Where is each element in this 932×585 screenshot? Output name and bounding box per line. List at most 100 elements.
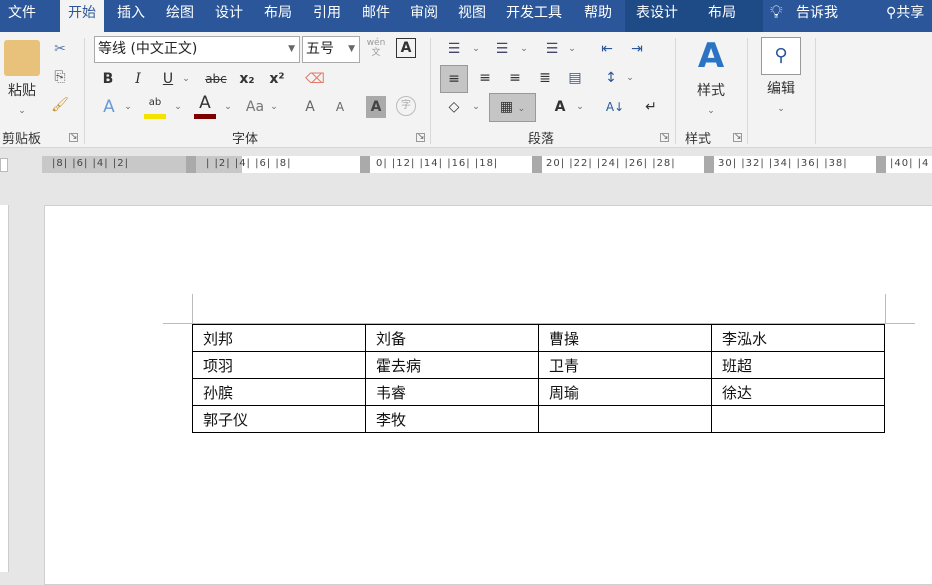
chevron-down-icon[interactable]: ⌄ xyxy=(705,100,717,122)
phonetic-guide-icon[interactable]: wén 文 xyxy=(364,38,388,58)
text-effects-button[interactable]: A xyxy=(98,96,120,118)
justify-button[interactable]: ≣ xyxy=(534,67,556,89)
chevron-down-icon[interactable]: ⌄ xyxy=(222,96,234,118)
sort-icon[interactable]: A↓ xyxy=(604,96,626,118)
table-cell[interactable]: 曹操 xyxy=(538,324,712,352)
underline-button[interactable]: U xyxy=(158,68,178,90)
align-left-button[interactable]: ≡ xyxy=(440,65,468,93)
column-marker[interactable] xyxy=(876,156,886,173)
tab-help[interactable]: 帮助 xyxy=(576,0,620,32)
chevron-down-icon[interactable]: ⌄ xyxy=(775,98,787,120)
find-icon[interactable]: ⚲ xyxy=(761,37,801,75)
tab-insert[interactable]: 插入 xyxy=(109,0,153,32)
multilevel-list-icon[interactable]: ☰ xyxy=(540,38,564,60)
clipboard-launcher-icon[interactable]: ↘ xyxy=(69,133,78,142)
line-spacing-icon[interactable]: ↕ xyxy=(600,67,622,89)
tab-mailings[interactable]: 邮件 xyxy=(354,0,398,32)
chevron-down-icon[interactable]: ⌄ xyxy=(566,38,578,60)
tab-file[interactable]: 文件 xyxy=(0,0,44,32)
shading-icon[interactable]: ◇ xyxy=(442,96,466,118)
column-marker[interactable] xyxy=(532,156,542,173)
paragraph-launcher-icon[interactable]: ↘ xyxy=(660,133,669,142)
superscript-button[interactable]: x² xyxy=(266,68,288,90)
lightbulb-icon[interactable]: 💡︎ xyxy=(762,0,791,32)
paste-button[interactable]: 粘贴 xyxy=(2,80,42,102)
table-cell[interactable]: 刘邦 xyxy=(192,324,366,352)
table-cell[interactable]: 李牧 xyxy=(365,405,539,433)
table-cell[interactable]: 周瑜 xyxy=(538,378,712,406)
grow-font-button[interactable]: A xyxy=(300,96,320,118)
chevron-down-icon[interactable]: ⌄ xyxy=(172,96,184,118)
table-cell[interactable]: 班超 xyxy=(711,351,885,379)
borders-button[interactable]: ▦ ⌄ xyxy=(489,93,536,122)
paste-icon[interactable] xyxy=(4,40,40,76)
table-cell[interactable] xyxy=(711,405,885,433)
chevron-down-icon[interactable]: ⌄ xyxy=(122,96,134,118)
numbering-icon[interactable]: ☰ xyxy=(490,38,514,60)
table-cell[interactable]: 郭子仪 xyxy=(192,405,366,433)
bold-button[interactable]: B xyxy=(98,68,118,90)
font-size-combo[interactable]: 五号 ▼ xyxy=(302,36,360,63)
strikethrough-button[interactable]: abc xyxy=(202,68,230,90)
chevron-down-icon[interactable]: ⌄ xyxy=(574,96,586,118)
font-name-combo[interactable]: 等线 (中文正文) ▼ xyxy=(94,36,300,63)
table-cell[interactable]: 李泓水 xyxy=(711,324,885,352)
tab-references[interactable]: 引用 xyxy=(305,0,349,32)
styles-icon[interactable]: A xyxy=(690,36,732,76)
table-cell[interactable]: 孙膑 xyxy=(192,378,366,406)
copy-icon[interactable]: ⎘ xyxy=(48,66,72,88)
show-marks-icon[interactable]: ↵ xyxy=(640,96,662,118)
character-border-icon[interactable]: A xyxy=(396,38,416,58)
font-launcher-icon[interactable]: ↘ xyxy=(416,133,425,142)
change-case-button[interactable]: Aa xyxy=(242,96,268,118)
chevron-down-icon[interactable]: ⌄ xyxy=(518,38,530,60)
format-painter-icon[interactable]: 🖌︎ xyxy=(48,94,72,116)
text-direction-icon[interactable]: A xyxy=(548,96,572,118)
enclose-characters-button[interactable]: 字 xyxy=(396,96,416,116)
chevron-down-icon[interactable]: ⌄ xyxy=(624,67,636,89)
table-cell[interactable]: 徐达 xyxy=(711,378,885,406)
tab-table-layout[interactable]: 布局 xyxy=(700,0,744,32)
chevron-down-icon[interactable]: ⌄ xyxy=(268,96,280,118)
column-marker[interactable] xyxy=(704,156,714,173)
cut-icon[interactable]: ✂ xyxy=(48,38,72,60)
styles-launcher-icon[interactable]: ↘ xyxy=(733,133,742,142)
align-right-button[interactable]: ≡ xyxy=(504,67,526,89)
clear-formatting-icon[interactable]: ⌫ xyxy=(304,68,326,90)
font-color-button[interactable]: A xyxy=(194,92,216,119)
tab-design[interactable]: 设计 xyxy=(207,0,251,32)
column-marker[interactable] xyxy=(186,156,196,173)
paste-chevron-icon[interactable]: ⌄ xyxy=(14,100,30,122)
subscript-button[interactable]: x₂ xyxy=(236,68,258,90)
table-cell[interactable]: 刘备 xyxy=(365,324,539,352)
tab-selector[interactable] xyxy=(0,158,8,172)
table-cell[interactable]: 韦睿 xyxy=(365,378,539,406)
tab-view[interactable]: 视图 xyxy=(450,0,494,32)
styles-button[interactable]: 样式 xyxy=(690,80,732,102)
tab-layout[interactable]: 布局 xyxy=(256,0,300,32)
tell-me-search[interactable]: 告诉我 xyxy=(788,0,846,32)
horizontal-ruler[interactable]: |8| |6| |4| |2| | |2| |4| |6| |8| 0| |12… xyxy=(42,156,932,173)
vertical-ruler[interactable] xyxy=(0,205,9,572)
distributed-icon[interactable]: ▤ xyxy=(564,67,586,89)
tab-home[interactable]: 开始 xyxy=(60,0,104,32)
tab-review[interactable]: 审阅 xyxy=(402,0,446,32)
editing-button[interactable]: 编辑 xyxy=(761,78,801,100)
decrease-indent-icon[interactable]: ⇤ xyxy=(596,38,618,60)
column-marker[interactable] xyxy=(360,156,370,173)
shrink-font-button[interactable]: A xyxy=(330,96,350,118)
table-cell[interactable] xyxy=(538,405,712,433)
table-cell[interactable]: 项羽 xyxy=(192,351,366,379)
highlight-icon[interactable]: ab xyxy=(144,92,166,119)
align-center-button[interactable]: ≡ xyxy=(474,67,496,89)
italic-button[interactable]: I xyxy=(128,68,148,90)
table-cell[interactable]: 卫青 xyxy=(538,351,712,379)
tab-table-design[interactable]: 表设计 xyxy=(628,0,686,32)
increase-indent-icon[interactable]: ⇥ xyxy=(626,38,648,60)
table-cell[interactable]: 霍去病 xyxy=(365,351,539,379)
tab-developer[interactable]: 开发工具 xyxy=(498,0,570,32)
underline-chevron-icon[interactable]: ⌄ xyxy=(180,68,192,90)
chevron-down-icon[interactable]: ⌄ xyxy=(470,96,482,118)
share-button[interactable]: ⚲共享 xyxy=(878,0,932,32)
tab-draw[interactable]: 绘图 xyxy=(158,0,202,32)
